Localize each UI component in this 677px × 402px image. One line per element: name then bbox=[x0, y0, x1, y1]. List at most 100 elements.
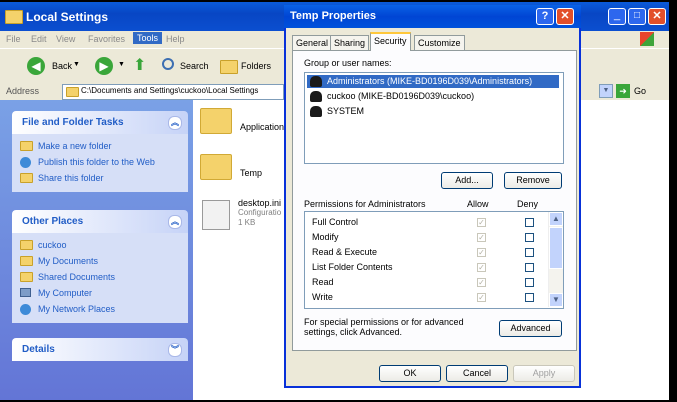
globe-icon bbox=[20, 157, 31, 168]
menu-file[interactable]: File bbox=[6, 34, 21, 44]
pane-header[interactable]: Other Places ︽ bbox=[12, 210, 188, 233]
apply-button[interactable]: Apply bbox=[513, 365, 575, 382]
chevron-down-icon[interactable]: ▼ bbox=[73, 61, 80, 68]
make-new-folder-link[interactable]: Make a new folder bbox=[12, 138, 188, 154]
user-item-system[interactable]: SYSTEM bbox=[307, 105, 559, 118]
deny-checkbox[interactable] bbox=[525, 263, 534, 272]
scroll-thumb[interactable] bbox=[549, 227, 563, 269]
pane-title: File and Folder Tasks bbox=[22, 117, 124, 128]
deny-checkbox[interactable] bbox=[525, 233, 534, 242]
folders-icon[interactable] bbox=[220, 60, 238, 74]
deny-checkbox[interactable] bbox=[525, 278, 534, 287]
ok-button[interactable]: OK bbox=[379, 365, 441, 382]
up-folder-icon[interactable]: ⬆ bbox=[133, 57, 149, 75]
place-my-computer-link[interactable]: My Computer bbox=[12, 285, 188, 301]
users-list[interactable]: Administrators (MIKE-BD0196D039\Administ… bbox=[304, 72, 564, 164]
tab-sharing[interactable]: Sharing bbox=[330, 35, 370, 50]
collapse-chevron-icon[interactable]: ︽ bbox=[168, 215, 182, 229]
search-button[interactable]: Search bbox=[180, 61, 209, 71]
pane-title: Other Places bbox=[22, 216, 84, 227]
allow-checkbox[interactable]: ✓ bbox=[477, 218, 486, 227]
network-icon bbox=[20, 304, 31, 315]
scroll-up-icon[interactable]: ▲ bbox=[549, 212, 563, 226]
allow-checkbox[interactable]: ✓ bbox=[477, 248, 486, 257]
dialog-title-bar[interactable]: Temp Properties ? ✕ bbox=[284, 5, 581, 28]
remove-button[interactable]: Remove bbox=[504, 172, 562, 189]
permission-row: Read & Execute ✓ bbox=[305, 245, 545, 260]
collapse-chevron-icon[interactable]: ︽ bbox=[168, 116, 182, 130]
address-value: C:\Documents and Settings\cuckoo\Local S… bbox=[81, 86, 259, 95]
pane-body: cuckoo My Documents Shared Documents My … bbox=[12, 233, 188, 323]
tab-security[interactable]: Security bbox=[370, 32, 411, 51]
expand-chevron-icon[interactable]: ︾ bbox=[168, 343, 182, 357]
address-input[interactable]: C:\Documents and Settings\cuckoo\Local S… bbox=[62, 84, 284, 100]
user-item-cuckoo[interactable]: cuckoo (MIKE-BD0196D039\cuckoo) bbox=[307, 90, 559, 103]
dialog-close-button[interactable]: ✕ bbox=[556, 8, 574, 25]
folder-icon bbox=[200, 154, 232, 180]
tab-customize[interactable]: Customize bbox=[414, 35, 465, 50]
pane-header[interactable]: Details ︾ bbox=[12, 338, 188, 361]
go-button[interactable]: Go bbox=[634, 86, 646, 96]
user-item-administrators[interactable]: Administrators (MIKE-BD0196D039\Administ… bbox=[307, 75, 559, 88]
permission-row: Special Permissions bbox=[305, 305, 545, 309]
advanced-button[interactable]: Advanced bbox=[499, 320, 562, 337]
permission-row: Modify ✓ bbox=[305, 230, 545, 245]
permissions-list: Full Control ✓ Modify ✓ Read & Execute ✓ List … bbox=[304, 211, 564, 309]
back-arrow-icon[interactable]: ◀ bbox=[27, 57, 45, 75]
folder-icon bbox=[200, 108, 232, 134]
allow-checkbox[interactable]: ✓ bbox=[477, 278, 486, 287]
pane-header[interactable]: File and Folder Tasks ︽ bbox=[12, 111, 188, 134]
allow-column-header: Allow bbox=[467, 199, 489, 209]
minimize-button[interactable]: _ bbox=[608, 8, 626, 25]
permission-name: Modify bbox=[312, 232, 339, 242]
user-icon bbox=[310, 91, 322, 102]
place-my-documents-link[interactable]: My Documents bbox=[12, 253, 188, 269]
menu-help[interactable]: Help bbox=[166, 34, 185, 44]
file-size: 1 KB bbox=[238, 218, 256, 227]
file-name: desktop.ini bbox=[238, 198, 282, 208]
deny-checkbox[interactable] bbox=[525, 293, 534, 302]
file-type: Configuratio bbox=[238, 208, 282, 217]
back-button[interactable]: Back bbox=[52, 61, 72, 71]
users-group-icon bbox=[310, 76, 322, 87]
address-dropdown-button[interactable]: ▼ bbox=[599, 84, 613, 98]
add-button[interactable]: Add... bbox=[441, 172, 493, 189]
allow-checkbox[interactable] bbox=[477, 308, 486, 309]
publish-folder-link[interactable]: Publish this folder to the Web bbox=[12, 154, 188, 170]
forward-arrow-icon[interactable]: ▶ bbox=[95, 57, 113, 75]
tab-general[interactable]: General bbox=[292, 35, 333, 50]
deny-checkbox[interactable] bbox=[525, 218, 534, 227]
chevron-down-icon[interactable]: ▼ bbox=[118, 61, 125, 68]
windows-logo-icon bbox=[640, 32, 654, 46]
menu-tools[interactable]: Tools bbox=[133, 32, 163, 44]
address-label: Address bbox=[6, 86, 40, 96]
menu-view[interactable]: View bbox=[56, 34, 75, 44]
share-folder-link[interactable]: Share this folder bbox=[12, 170, 188, 186]
place-cuckoo-link[interactable]: cuckoo bbox=[12, 237, 188, 253]
help-button[interactable]: ? bbox=[536, 8, 554, 25]
place-shared-documents-link[interactable]: Shared Documents bbox=[12, 269, 188, 285]
share-folder-icon bbox=[20, 173, 33, 183]
place-network-link[interactable]: My Network Places bbox=[12, 301, 188, 317]
users-label: Group or user names: bbox=[304, 58, 392, 68]
details-pane: Details ︾ bbox=[12, 338, 188, 361]
menu-favorites[interactable]: Favorites bbox=[88, 34, 125, 44]
folders-button[interactable]: Folders bbox=[241, 61, 271, 71]
allow-checkbox[interactable]: ✓ bbox=[477, 233, 486, 242]
permission-name: Special Permissions bbox=[312, 307, 393, 308]
go-arrow-icon[interactable]: ➜ bbox=[616, 84, 630, 98]
deny-checkbox[interactable] bbox=[525, 308, 534, 309]
close-button[interactable]: ✕ bbox=[648, 8, 666, 25]
allow-checkbox[interactable]: ✓ bbox=[477, 263, 486, 272]
menu-edit[interactable]: Edit bbox=[31, 34, 47, 44]
task-pane: File and Folder Tasks ︽ Make a new folde… bbox=[0, 100, 193, 400]
deny-checkbox[interactable] bbox=[525, 248, 534, 257]
maximize-button[interactable]: □ bbox=[628, 8, 646, 25]
cancel-button[interactable]: Cancel bbox=[446, 365, 508, 382]
allow-checkbox[interactable]: ✓ bbox=[477, 293, 486, 302]
deny-column-header: Deny bbox=[517, 199, 539, 209]
search-icon[interactable] bbox=[162, 58, 174, 70]
new-folder-icon bbox=[20, 141, 33, 151]
scroll-down-icon[interactable]: ▼ bbox=[549, 293, 563, 307]
permissions-scrollbar[interactable]: ▲ ▼ bbox=[548, 212, 563, 307]
